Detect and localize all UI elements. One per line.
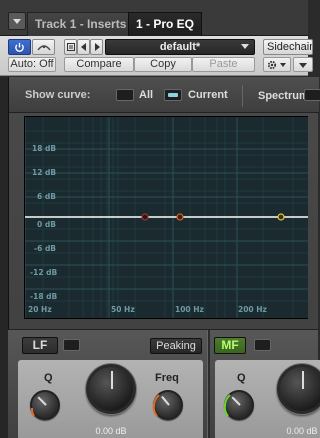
lf-freq-arc <box>152 394 160 417</box>
hz-label: 100 Hz <box>175 305 204 314</box>
eq-grid <box>25 117 308 318</box>
previous-preset-button[interactable] <box>77 39 90 55</box>
bypass-icon <box>36 45 51 51</box>
chevron-down-icon <box>241 44 249 49</box>
gear-icon <box>267 60 277 69</box>
lf-gain-value: 0.00 dB <box>95 426 127 436</box>
power-button[interactable] <box>8 39 31 55</box>
eq-node-lf[interactable] <box>176 213 184 221</box>
checkbox-fill <box>168 93 178 97</box>
hz-label: 20 Hz <box>28 305 52 314</box>
knob-pointer <box>302 371 304 389</box>
chevron-down-icon <box>280 62 286 67</box>
tab-menu-button[interactable] <box>8 12 26 30</box>
mf-panel: Q 0.00 dB <box>215 360 320 438</box>
chevron-right-icon <box>94 43 100 51</box>
all-label: All <box>139 89 154 101</box>
tab-pro-eq[interactable]: 1 - Pro EQ <box>128 12 203 36</box>
mf-q-arc <box>223 394 231 417</box>
knob-pointer <box>111 371 113 389</box>
mf-band-label[interactable]: MF <box>214 337 246 354</box>
mf-gain-value: 0.00 dB <box>286 426 318 436</box>
mf-gain-knob[interactable] <box>277 364 320 414</box>
copy-button[interactable]: Copy <box>134 57 192 72</box>
tab-track-inserts[interactable]: Track 1 - Inserts <box>27 12 135 36</box>
chevron-down-icon <box>299 62 307 68</box>
show-curve-label: Show curve: <box>25 89 91 101</box>
db-label: 0 dB <box>37 220 56 229</box>
paste-button[interactable]: Paste <box>192 57 255 72</box>
db-label: 12 dB <box>32 168 57 177</box>
tab-strip: Track 1 - Inserts 1 - Pro EQ <box>0 0 308 36</box>
lf-q-arc <box>30 407 35 417</box>
db-label: 18 dB <box>32 144 57 153</box>
lf-gain-knob[interactable] <box>86 364 136 414</box>
lf-band-toggle[interactable] <box>63 339 80 351</box>
divider <box>242 85 243 107</box>
power-icon <box>15 42 24 52</box>
preset-menu-button[interactable] <box>64 39 77 55</box>
band-controls: LF Peaking MF Q 0.00 dB Freq Q 0.00 dB <box>8 329 320 438</box>
lf-q-label: Q <box>44 372 53 384</box>
plugin-toolbar: default* Sidechain Auto: Off Compare Cop… <box>0 36 313 76</box>
chevron-left-icon <box>80 43 86 51</box>
lf-freq-label: Freq <box>155 372 179 384</box>
hz-label: 50 Hz <box>111 305 135 314</box>
automation-button[interactable]: Auto: Off <box>8 57 56 72</box>
next-preset-button[interactable] <box>90 39 103 55</box>
db-label: 6 dB <box>37 192 56 201</box>
eq-graph[interactable]: 18 dB 12 dB 6 dB 0 dB -6 dB -12 dB -18 d… <box>24 116 308 319</box>
curve-options-bar: Show curve: All Current Spectrum <box>9 77 320 113</box>
compare-button[interactable]: Compare <box>64 57 134 72</box>
db-label: -12 dB <box>30 268 58 277</box>
mf-q-label: Q <box>237 372 246 384</box>
eq-node-mf[interactable] <box>277 213 285 221</box>
preset-select[interactable]: default* <box>105 39 255 55</box>
current-label: Current <box>188 89 228 101</box>
lf-mode-select[interactable]: Peaking <box>150 338 202 354</box>
spectrum-label: Spectrum <box>258 90 309 102</box>
settings-button[interactable] <box>263 57 291 72</box>
eq-node-low-cut[interactable] <box>141 213 149 221</box>
list-icon <box>66 43 75 51</box>
collapse-button[interactable] <box>293 57 313 72</box>
current-curve-checkbox[interactable] <box>164 89 182 101</box>
lf-band-label[interactable]: LF <box>22 337 58 354</box>
hz-label: 200 Hz <box>238 305 267 314</box>
sidechain-button[interactable]: Sidechain <box>263 39 313 55</box>
bypass-button[interactable] <box>32 39 55 55</box>
preset-name: default* <box>159 41 201 53</box>
spectrum-checkbox[interactable] <box>304 89 320 101</box>
mf-band-toggle[interactable] <box>254 339 271 351</box>
lf-panel: Q 0.00 dB Freq <box>18 360 203 438</box>
db-label: -18 dB <box>30 292 58 301</box>
band-separator <box>207 330 210 438</box>
chevron-down-icon <box>13 18 21 24</box>
db-label: -6 dB <box>34 244 57 253</box>
all-curves-checkbox[interactable] <box>116 89 134 101</box>
